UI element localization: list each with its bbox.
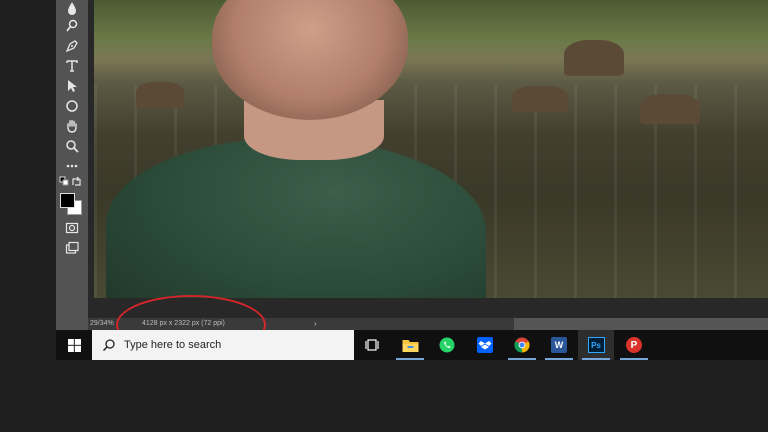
tree-stump [564, 40, 624, 76]
tree-stump [640, 94, 700, 124]
status-menu-arrow[interactable]: › [314, 319, 317, 328]
tree-stump [512, 86, 568, 112]
pen-tool-icon[interactable] [62, 38, 82, 54]
task-view-icon [365, 339, 379, 351]
psiphon-icon: P [626, 337, 642, 353]
taskbar-search[interactable]: Type here to search [92, 330, 354, 360]
active-indicator [545, 358, 573, 360]
photo-canvas[interactable] [94, 0, 768, 298]
tools-panel [56, 0, 88, 330]
chrome-icon [514, 337, 530, 353]
blur-tool-icon[interactable] [62, 0, 82, 16]
folder-icon [402, 340, 418, 352]
ellipse-tool-icon[interactable] [62, 98, 82, 114]
photoshop-icon: Ps [587, 337, 605, 353]
file-explorer-button[interactable] [392, 330, 428, 360]
whatsapp-icon [439, 337, 455, 353]
foreground-color-swatch[interactable] [60, 193, 75, 208]
task-view-button[interactable] [354, 330, 390, 360]
start-button[interactable] [56, 330, 92, 360]
photoshop-letters: Ps [591, 340, 601, 350]
word-letter: W [554, 340, 564, 350]
word-button[interactable]: W [541, 330, 577, 360]
tree-stump [136, 82, 184, 108]
swap-colors-icon[interactable] [71, 176, 83, 188]
more-tools-icon[interactable] [62, 158, 82, 174]
default-colors-icon[interactable] [59, 176, 71, 188]
word-icon: W [551, 337, 567, 353]
zoom-level[interactable]: 29/34% [90, 320, 114, 327]
dodge-tool-icon[interactable] [62, 18, 82, 34]
windows-logo-icon [67, 338, 81, 352]
zoom-tool-icon[interactable] [62, 138, 82, 154]
hand-tool-icon[interactable] [62, 118, 82, 134]
psiphon-button[interactable]: P [616, 330, 652, 360]
dropbox-icon [477, 337, 493, 353]
screen-mode-icon[interactable] [62, 240, 82, 256]
photoshop-button[interactable]: Ps [578, 330, 614, 360]
whatsapp-button[interactable] [429, 330, 465, 360]
quick-mask-icon[interactable] [62, 220, 82, 236]
document-canvas-area[interactable] [88, 0, 768, 318]
type-tool-icon[interactable] [62, 58, 82, 74]
active-indicator [620, 358, 648, 360]
active-indicator [582, 358, 610, 360]
chrome-button[interactable] [504, 330, 540, 360]
windows-taskbar: Type here to search W Ps P [56, 330, 768, 360]
active-indicator [508, 358, 536, 360]
active-indicator [396, 358, 424, 360]
path-selection-tool-icon[interactable] [62, 78, 82, 94]
horizontal-scrollbar[interactable] [514, 318, 768, 330]
search-icon [102, 339, 115, 352]
dropbox-button[interactable] [467, 330, 503, 360]
psiphon-letter: P [630, 339, 638, 351]
photoshop-window: 29/34% 4128 px x 2322 px (72 ppi) › [56, 0, 768, 330]
search-placeholder: Type here to search [124, 339, 222, 351]
